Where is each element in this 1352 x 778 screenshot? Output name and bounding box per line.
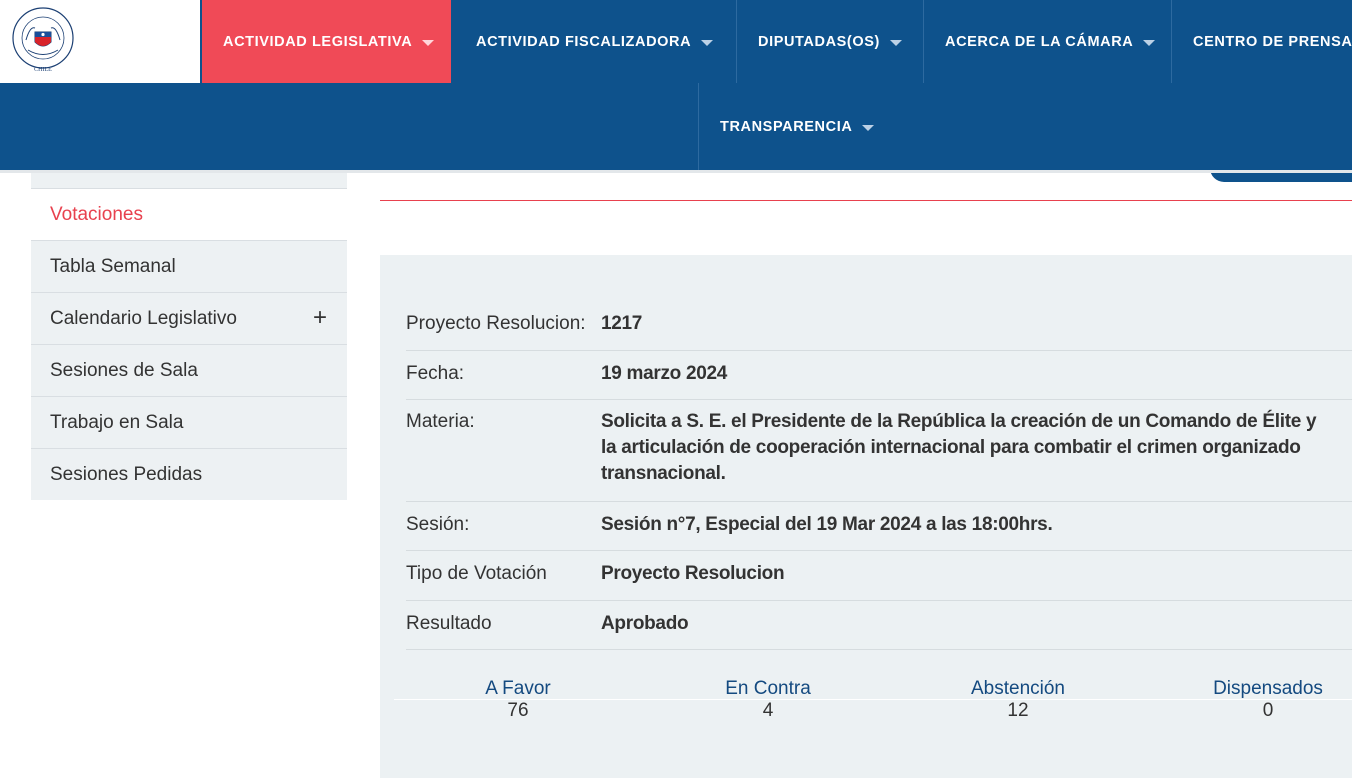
nav-centro-de-prensa[interactable]: CENTRO DE PRENSA xyxy=(1171,0,1352,83)
chevron-down-icon xyxy=(1143,39,1156,46)
sidebar-item-sesiones-de-sala[interactable]: Sesiones de Sala xyxy=(31,345,347,397)
sidebar-item-sesiones-pedidas[interactable]: Sesiones Pedidas xyxy=(31,449,347,500)
sidebar-item-votaciones[interactable]: Votaciones xyxy=(31,189,347,241)
detail-label: Proyecto Resolucion: xyxy=(406,313,586,334)
stat-title: Abstención xyxy=(970,678,1065,699)
vote-detail-panel: Proyecto Resolucion: 1217 Fecha: 19 marz… xyxy=(380,255,1352,778)
nav-actividad-fiscalizadora[interactable]: ACTIVIDAD FISCALIZADORA xyxy=(455,0,736,83)
sidebar-item-label: Votaciones xyxy=(50,203,143,225)
nav-label: DIPUTADAS(OS) xyxy=(758,33,880,50)
nav-label: CENTRO DE PRENSA xyxy=(1193,33,1352,50)
svg-text:CHILE: CHILE xyxy=(34,67,52,73)
sidebar: Votaciones Tabla Semanal Calendario Legi… xyxy=(31,173,347,500)
detail-row-proyecto: Proyecto Resolucion: 1217 xyxy=(406,301,1352,351)
logo-area: CHILE xyxy=(0,0,200,83)
stat-title: En Contra xyxy=(725,678,811,699)
sidebar-item-label: Sesiones Pedidas xyxy=(50,463,203,485)
stat-title: A Favor xyxy=(485,678,551,699)
detail-value: Aprobado xyxy=(601,613,689,634)
detail-row-materia: Materia: Solicita a S. E. el Presidente … xyxy=(406,400,1352,502)
top-navigation: CHILE ACTIVIDAD LEGISLATIVA ACTIVIDAD FI… xyxy=(0,0,1352,170)
sidebar-item-label: Calendario Legislativo xyxy=(50,307,237,329)
section-divider xyxy=(380,200,1352,201)
nav-label: TRANSPARENCIA xyxy=(720,118,853,135)
chevron-down-icon xyxy=(701,39,714,46)
detail-label: Tipo de Votación xyxy=(406,563,547,584)
detail-value: Proyecto Resolucion xyxy=(601,563,785,584)
detail-label: Fecha: xyxy=(406,363,465,384)
sidebar-previous-item[interactable] xyxy=(31,173,347,189)
sidebar-item-calendario-legislativo[interactable]: Calendario Legislativo + xyxy=(31,293,347,345)
sidebar-item-label: Sesiones de Sala xyxy=(50,359,198,381)
tab-edge xyxy=(1210,164,1352,182)
stat-value: 76 xyxy=(507,700,529,721)
detail-value: 1217 xyxy=(601,313,643,334)
nav-diputadas[interactable]: DIPUTADAS(OS) xyxy=(736,0,923,83)
stat-value: 12 xyxy=(1007,700,1029,721)
detail-row-sesion: Sesión: Sesión n°7, Especial del 19 Mar … xyxy=(406,502,1352,551)
stat-value: 4 xyxy=(762,700,774,721)
detail-row-tipo-votacion: Tipo de Votación Proyecto Resolucion xyxy=(406,551,1352,601)
detail-value: Sesión n°7, Especial del 19 Mar 2024 a l… xyxy=(601,514,1053,535)
chevron-down-icon xyxy=(862,124,875,131)
stat-dispensados: Dispensados 0 xyxy=(1178,678,1352,722)
detail-label: Resultado xyxy=(406,613,492,634)
stat-a-favor: A Favor 76 xyxy=(428,678,608,722)
detail-value: 19 marzo 2024 xyxy=(601,363,728,384)
sidebar-item-trabajo-en-sala[interactable]: Trabajo en Sala xyxy=(31,397,347,449)
chevron-down-icon xyxy=(422,39,435,46)
sidebar-item-label: Tabla Semanal xyxy=(50,255,176,277)
camara-logo[interactable]: CHILE xyxy=(10,0,78,74)
stat-en-contra: En Contra 4 xyxy=(678,678,858,722)
nav-label: ACTIVIDAD LEGISLATIVA xyxy=(223,33,413,50)
sidebar-item-tabla-semanal[interactable]: Tabla Semanal xyxy=(31,241,347,293)
stat-title: Dispensados xyxy=(1213,678,1323,699)
detail-label: Materia: xyxy=(406,411,475,432)
chevron-down-icon xyxy=(889,39,902,46)
detail-row-resultado: Resultado Aprobado xyxy=(406,601,1352,650)
sidebar-item-label: Trabajo en Sala xyxy=(50,411,184,433)
plus-icon[interactable]: + xyxy=(313,305,327,331)
nav-label: ACTIVIDAD FISCALIZADORA xyxy=(476,33,692,50)
nav-acerca-de-la-camara[interactable]: ACERCA DE LA CÁMARA xyxy=(923,0,1171,83)
nav-actividad-legislativa[interactable]: ACTIVIDAD LEGISLATIVA xyxy=(202,0,451,83)
nav-transparencia[interactable]: TRANSPARENCIA xyxy=(698,83,898,170)
stat-abstencion: Abstención 12 xyxy=(928,678,1108,722)
nav-label: ACERCA DE LA CÁMARA xyxy=(945,33,1134,50)
stat-value: 0 xyxy=(1262,700,1274,721)
detail-row-fecha: Fecha: 19 marzo 2024 xyxy=(406,351,1352,400)
detail-label: Sesión: xyxy=(406,514,470,535)
detail-value: Solicita a S. E. el Presidente de la Rep… xyxy=(601,411,1317,484)
